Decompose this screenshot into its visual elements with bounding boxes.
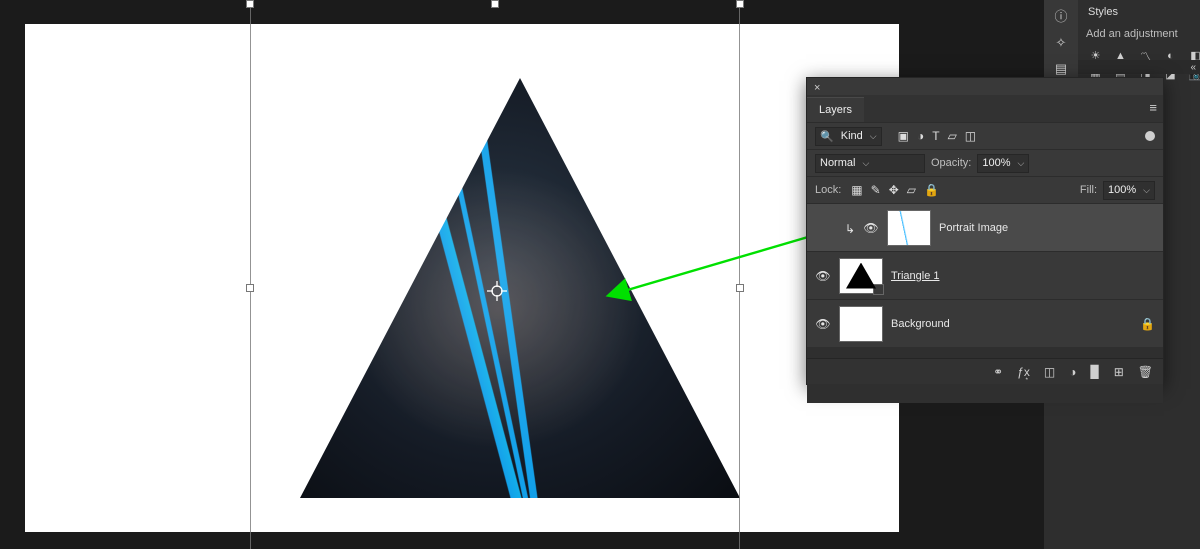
link-icon[interactable]: ⚭ bbox=[993, 365, 1003, 379]
layer-name[interactable]: Background bbox=[891, 318, 950, 330]
document-canvas[interactable] bbox=[25, 24, 899, 532]
layer-row[interactable]: 👁 Background 🔒 bbox=[807, 299, 1163, 347]
tab-layers[interactable]: Layers bbox=[807, 97, 864, 122]
opacity-field[interactable]: 100% bbox=[977, 154, 1029, 173]
layer-row[interactable]: 👁 ↳ Portrait Image bbox=[807, 203, 1163, 251]
swatches-icon[interactable]: ▤ bbox=[1055, 61, 1067, 77]
transform-anchor[interactable] bbox=[487, 281, 507, 301]
layer-thumbnail[interactable] bbox=[839, 306, 883, 342]
transform-handle[interactable] bbox=[736, 0, 744, 8]
lock-position-icon[interactable]: ✥ bbox=[889, 183, 899, 197]
layer-filter-row: 🔍 Kind ▣ ◑ T ▱ ◫ bbox=[807, 122, 1163, 149]
tab-styles[interactable]: Styles bbox=[1078, 0, 1128, 24]
filter-shape-icon[interactable]: ▱ bbox=[948, 129, 957, 143]
lock-all-icon[interactable]: 🔒 bbox=[924, 183, 939, 197]
layer-filter-kind[interactable]: 🔍 Kind bbox=[815, 127, 882, 146]
filter-smart-icon[interactable]: ◫ bbox=[965, 129, 976, 143]
triangle-clip-result bbox=[300, 78, 740, 498]
mask-icon[interactable]: ◫ bbox=[1044, 365, 1055, 379]
fill-field[interactable]: 100% bbox=[1103, 181, 1155, 200]
lock-label: Lock: bbox=[815, 184, 841, 196]
panel-collapse-grip[interactable]: « bbox=[1078, 60, 1200, 74]
layer-row[interactable]: 👁 Triangle 1 bbox=[807, 251, 1163, 299]
layers-panel[interactable]: × ≡ Layers 🔍 Kind ▣ ◑ T ▱ ◫ Normal Opaci… bbox=[806, 77, 1164, 385]
info-icon[interactable]: ⓘ bbox=[1054, 6, 1067, 25]
lock-pixels-icon[interactable]: ✎ bbox=[871, 183, 881, 197]
adjust-layer-icon[interactable]: ◑ bbox=[1069, 365, 1076, 379]
clipping-mask-indicator-icon: ↳ bbox=[845, 222, 855, 236]
layer-name[interactable]: Portrait Image bbox=[939, 222, 1008, 234]
wand-icon[interactable]: ✧ bbox=[1056, 35, 1067, 51]
opacity-label: Opacity: bbox=[931, 157, 971, 169]
close-icon[interactable]: × bbox=[814, 82, 820, 94]
visibility-toggle-icon[interactable]: 👁 bbox=[815, 317, 831, 331]
filter-adjust-icon[interactable]: ◑ bbox=[917, 129, 924, 143]
filter-pixel-icon[interactable]: ▣ bbox=[898, 129, 909, 143]
transform-handle[interactable] bbox=[491, 0, 499, 8]
filter-type-icon[interactable]: T bbox=[932, 129, 939, 143]
lock-artboard-icon[interactable]: ▱ bbox=[907, 183, 916, 197]
lock-fill-row: Lock: ▦ ✎ ✥ ▱ 🔒 Fill: 100% bbox=[807, 176, 1163, 203]
visibility-toggle-icon[interactable]: 👁 bbox=[863, 221, 879, 235]
group-icon[interactable]: ▉ bbox=[1090, 365, 1099, 379]
fx-icon[interactable]: ƒx͙ bbox=[1017, 365, 1030, 379]
layer-thumbnail[interactable] bbox=[887, 210, 931, 246]
new-layer-icon[interactable]: ⊞ bbox=[1114, 365, 1124, 379]
panel-menu-icon[interactable]: ≡ bbox=[1149, 100, 1157, 115]
lock-transparency-icon[interactable]: ▦ bbox=[851, 183, 862, 197]
layers-panel-footer: ⚭ ƒx͙ ◫ ◑ ▉ ⊞ 🗑 bbox=[807, 358, 1163, 384]
vector-mask-indicator-icon bbox=[873, 284, 884, 295]
blend-mode-dropdown[interactable]: Normal bbox=[815, 154, 925, 173]
layer-name[interactable]: Triangle 1 bbox=[891, 270, 940, 282]
transform-handle[interactable] bbox=[736, 284, 744, 292]
fill-label: Fill: bbox=[1080, 184, 1097, 196]
trash-icon[interactable]: 🗑 bbox=[1138, 365, 1153, 379]
transform-handle[interactable] bbox=[246, 284, 254, 292]
lock-icon[interactable]: 🔒 bbox=[1140, 317, 1155, 331]
filter-toggle-icon[interactable] bbox=[1145, 131, 1155, 141]
layer-thumbnail[interactable] bbox=[839, 258, 883, 294]
visibility-toggle-icon[interactable]: 👁 bbox=[815, 269, 831, 283]
transform-handle[interactable] bbox=[246, 0, 254, 8]
blend-opacity-row: Normal Opacity: 100% bbox=[807, 149, 1163, 176]
